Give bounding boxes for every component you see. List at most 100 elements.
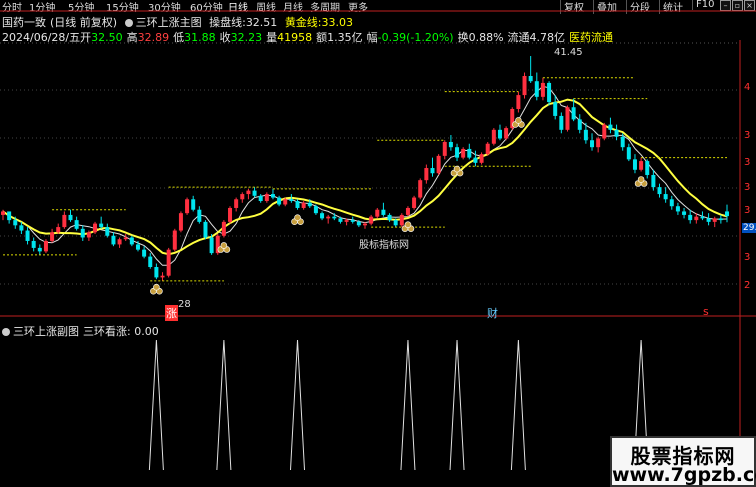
candle-body xyxy=(295,201,300,208)
candle-body xyxy=(68,214,73,221)
candle-body xyxy=(620,136,625,148)
signal-spike xyxy=(148,339,164,471)
candle-body xyxy=(516,95,521,109)
candle-body xyxy=(142,249,147,257)
candle-body xyxy=(221,221,226,236)
event-flag-s[interactable]: s xyxy=(703,305,709,318)
sub-indicator-header: 三环上涨副图 三环看涨: 0.00 xyxy=(2,323,159,339)
candle-body xyxy=(663,194,668,200)
candle-body xyxy=(706,218,711,222)
candle-body xyxy=(725,211,729,217)
signal-ring-icon xyxy=(637,176,645,183)
candle-body xyxy=(694,216,699,221)
price-tick: 3 xyxy=(744,205,751,216)
candle-body xyxy=(675,206,680,212)
candle-body xyxy=(307,202,312,207)
candle-body xyxy=(596,138,601,148)
sub-spikes xyxy=(148,339,649,471)
candle-body xyxy=(105,227,110,236)
candle-body xyxy=(62,214,67,228)
candle-body xyxy=(160,275,165,278)
candle-body xyxy=(608,124,613,130)
candle-body xyxy=(497,129,502,139)
candle-body xyxy=(301,202,306,208)
signal-ring-icon xyxy=(404,221,412,228)
candle-body xyxy=(80,228,85,238)
candle-body xyxy=(234,199,239,208)
current-price-tag: 29. xyxy=(742,223,756,233)
candle-body xyxy=(583,129,588,141)
candle-body xyxy=(356,221,361,226)
candle-body xyxy=(467,148,472,158)
candle-body xyxy=(657,187,662,195)
candle-body xyxy=(289,199,294,202)
candle-body xyxy=(86,232,91,238)
ma-yellow-line xyxy=(2,98,728,256)
candle-body xyxy=(326,216,331,219)
candle-body xyxy=(632,159,637,170)
signal-spike xyxy=(216,339,232,471)
candle-body xyxy=(191,199,196,210)
candle-body xyxy=(399,214,404,226)
candle-body xyxy=(43,240,48,252)
candle-body xyxy=(111,235,116,245)
candle-body xyxy=(436,155,441,174)
candle-body xyxy=(375,209,380,217)
sub-indicator-name[interactable]: 三环上涨副图 xyxy=(13,325,79,338)
price-tick: 3 xyxy=(744,182,751,193)
price-tick: 3 xyxy=(744,252,751,263)
candle-body xyxy=(491,129,496,144)
candle-body xyxy=(332,216,337,219)
candle-body xyxy=(412,197,417,208)
signal-spike xyxy=(510,339,526,471)
event-flag-cai[interactable]: 财 xyxy=(487,305,498,321)
candle-body xyxy=(528,75,533,82)
signal-ring-icon xyxy=(453,165,461,173)
signal-spike xyxy=(449,339,465,471)
candle-body xyxy=(99,223,104,228)
signal-ring-icon xyxy=(515,117,522,124)
candle-body xyxy=(369,216,374,224)
candle-body xyxy=(424,168,429,181)
candle-body xyxy=(504,128,509,139)
price-tick: 3 xyxy=(744,130,751,141)
low-label: 28 xyxy=(178,299,191,310)
signal-ring-icon xyxy=(153,283,160,291)
candle-body xyxy=(320,213,325,219)
candle-body xyxy=(393,220,398,226)
candle-body xyxy=(148,256,153,268)
candle-body xyxy=(448,141,453,148)
candle-body xyxy=(614,129,619,137)
candle-body xyxy=(479,154,484,163)
signal-ring-icon xyxy=(220,242,228,249)
candle-body xyxy=(154,267,159,278)
watermark-url: www.7gpzb.com xyxy=(612,464,756,486)
candle-body xyxy=(264,194,269,202)
candle-body xyxy=(571,107,576,120)
price-tick: 4 xyxy=(744,82,751,93)
candle-body xyxy=(19,225,24,231)
candle-body xyxy=(381,209,386,215)
price-tick: 3 xyxy=(744,157,751,168)
peak-label: 41.45 xyxy=(554,47,583,58)
candle-body xyxy=(344,220,349,222)
candle-body xyxy=(712,218,717,222)
candle-body xyxy=(240,194,245,200)
candle-body xyxy=(13,220,18,226)
candle-body xyxy=(74,220,79,229)
settings-gear-icon[interactable] xyxy=(2,328,10,336)
event-flag-zhang[interactable]: 涨 xyxy=(165,305,178,321)
candle-body xyxy=(93,223,98,233)
price-tick: 2 xyxy=(744,280,751,291)
candle-body xyxy=(338,218,343,222)
candle-body xyxy=(270,194,275,198)
candle-body xyxy=(50,232,55,241)
candle-body xyxy=(56,227,61,233)
candle-body xyxy=(258,195,263,202)
candle-body xyxy=(682,211,687,215)
candle-body xyxy=(547,82,552,103)
site-watermark: 股票指标网 www.7gpzb.com xyxy=(610,436,756,487)
candle-body xyxy=(25,230,30,241)
signal-ring-icon xyxy=(294,214,301,222)
candle-body xyxy=(455,147,460,158)
